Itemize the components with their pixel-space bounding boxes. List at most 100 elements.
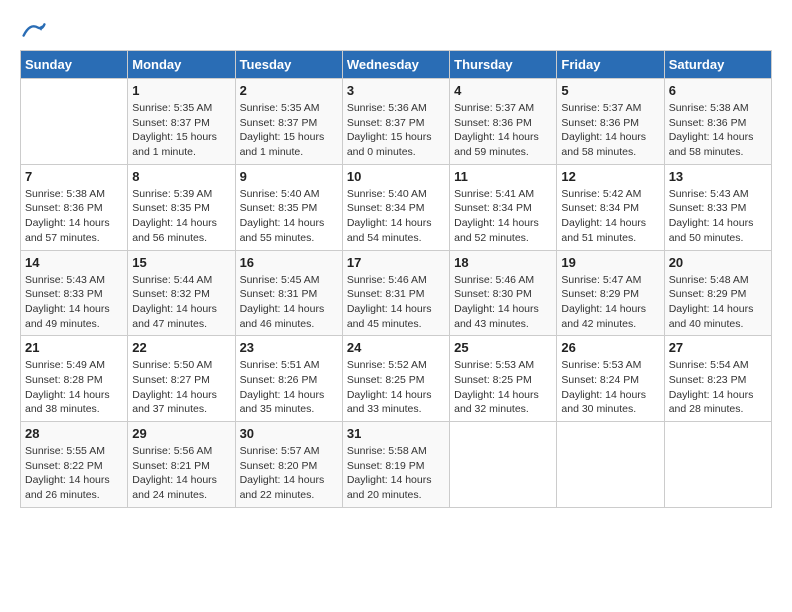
day-number: 14 — [25, 255, 123, 270]
column-header-saturday: Saturday — [664, 51, 771, 79]
calendar-cell: 23Sunrise: 5:51 AM Sunset: 8:26 PM Dayli… — [235, 336, 342, 422]
calendar-cell: 24 Sunrise: 5:52 AM Sunset: 8:25 PM Dayli… — [342, 336, 449, 422]
calendar-cell: 15 Sunrise: 5:44 AM Sunset: 8:32 PM Dayli… — [128, 250, 235, 336]
day-number: 15 — [132, 255, 230, 270]
day-number: 6 — [669, 83, 767, 98]
calendar-week-row: 1 Sunrise: 5:35 AM Sunset: 8:37 PM Daylig… — [21, 79, 772, 165]
day-number: 13 — [669, 169, 767, 184]
day-number: 16 — [240, 255, 338, 270]
day-number: 20 — [669, 255, 767, 270]
day-number: 12 — [561, 169, 659, 184]
column-header-tuesday: Tuesday — [235, 51, 342, 79]
day-number: 29 — [132, 426, 230, 441]
calendar-cell: 22Sunrise: 5:50 AM Sunset: 8:27 PM Dayli… — [128, 336, 235, 422]
day-number: 26 — [561, 340, 659, 355]
day-info: Sunrise: 5:50 AM Sunset: 8:27 PM Dayligh… — [132, 358, 230, 417]
day-info: Sunrise: 5:56 AM Sunset: 8:21 PM Dayligh… — [132, 444, 230, 503]
calendar-header-row: SundayMondayTuesdayWednesdayThursdayFrid… — [21, 51, 772, 79]
calendar-cell: 20 Sunrise: 5:48 AM Sunset: 8:29 PM Dayli… — [664, 250, 771, 336]
calendar-week-row: 14 Sunrise: 5:43 AM Sunset: 8:33 PM Dayli… — [21, 250, 772, 336]
day-info: Sunrise: 5:45 AM Sunset: 8:31 PM Dayligh… — [240, 273, 338, 332]
day-info: Sunrise: 5:41 AM Sunset: 8:34 PM Dayligh… — [454, 187, 552, 246]
calendar-cell: 10Sunrise: 5:40 AM Sunset: 8:34 PM Dayli… — [342, 164, 449, 250]
day-number: 25 — [454, 340, 552, 355]
calendar-cell: 5 Sunrise: 5:37 AM Sunset: 8:36 PM Daylig… — [557, 79, 664, 165]
day-info: Sunrise: 5:37 AM Sunset: 8:36 PM Dayligh… — [454, 101, 552, 160]
day-number: 24 — [347, 340, 445, 355]
day-number: 21 — [25, 340, 123, 355]
day-number: 17 — [347, 255, 445, 270]
calendar-cell — [664, 422, 771, 508]
day-info: Sunrise: 5:54 AM Sunset: 8:23 PM Dayligh… — [669, 358, 767, 417]
day-info: Sunrise: 5:36 AM Sunset: 8:37 PM Dayligh… — [347, 101, 445, 160]
calendar-cell: 2 Sunrise: 5:35 AM Sunset: 8:37 PM Daylig… — [235, 79, 342, 165]
day-info: Sunrise: 5:53 AM Sunset: 8:24 PM Dayligh… — [561, 358, 659, 417]
day-info: Sunrise: 5:55 AM Sunset: 8:22 PM Dayligh… — [25, 444, 123, 503]
calendar-cell: 30 Sunrise: 5:57 AM Sunset: 8:20 PM Dayli… — [235, 422, 342, 508]
calendar-cell: 1 Sunrise: 5:35 AM Sunset: 8:37 PM Daylig… — [128, 79, 235, 165]
day-number: 11 — [454, 169, 552, 184]
day-number: 1 — [132, 83, 230, 98]
calendar-cell: 25 Sunrise: 5:53 AM Sunset: 8:25 PM Dayli… — [450, 336, 557, 422]
day-info: Sunrise: 5:38 AM Sunset: 8:36 PM Dayligh… — [669, 101, 767, 160]
calendar-cell: 19 Sunrise: 5:47 AM Sunset: 8:29 PM Dayli… — [557, 250, 664, 336]
day-info: Sunrise: 5:43 AM Sunset: 8:33 PM Dayligh… — [669, 187, 767, 246]
day-info: Sunrise: 5:48 AM Sunset: 8:29 PM Dayligh… — [669, 273, 767, 332]
day-info: Sunrise: 5:58 AM Sunset: 8:19 PM Dayligh… — [347, 444, 445, 503]
calendar-cell: 29 Sunrise: 5:56 AM Sunset: 8:21 PM Dayli… — [128, 422, 235, 508]
calendar-cell: 31Sunrise: 5:58 AM Sunset: 8:19 PM Dayli… — [342, 422, 449, 508]
day-info: Sunrise: 5:35 AM Sunset: 8:37 PM Dayligh… — [132, 101, 230, 160]
day-info: Sunrise: 5:40 AM Sunset: 8:35 PM Dayligh… — [240, 187, 338, 246]
day-number: 2 — [240, 83, 338, 98]
day-info: Sunrise: 5:52 AM Sunset: 8:25 PM Dayligh… — [347, 358, 445, 417]
calendar-cell: 11 Sunrise: 5:41 AM Sunset: 8:34 PM Dayli… — [450, 164, 557, 250]
calendar-cell: 3 Sunrise: 5:36 AM Sunset: 8:37 PM Daylig… — [342, 79, 449, 165]
day-info: Sunrise: 5:47 AM Sunset: 8:29 PM Dayligh… — [561, 273, 659, 332]
day-number: 30 — [240, 426, 338, 441]
calendar-cell: 6 Sunrise: 5:38 AM Sunset: 8:36 PM Daylig… — [664, 79, 771, 165]
calendar-cell: 28Sunrise: 5:55 AM Sunset: 8:22 PM Dayli… — [21, 422, 128, 508]
day-info: Sunrise: 5:46 AM Sunset: 8:31 PM Dayligh… — [347, 273, 445, 332]
calendar-cell: 17 Sunrise: 5:46 AM Sunset: 8:31 PM Dayli… — [342, 250, 449, 336]
day-info: Sunrise: 5:42 AM Sunset: 8:34 PM Dayligh… — [561, 187, 659, 246]
column-header-sunday: Sunday — [21, 51, 128, 79]
calendar-cell: 26 Sunrise: 5:53 AM Sunset: 8:24 PM Dayli… — [557, 336, 664, 422]
day-info: Sunrise: 5:35 AM Sunset: 8:37 PM Dayligh… — [240, 101, 338, 160]
calendar-cell: 12 Sunrise: 5:42 AM Sunset: 8:34 PM Dayli… — [557, 164, 664, 250]
calendar-cell: 13 Sunrise: 5:43 AM Sunset: 8:33 PM Dayli… — [664, 164, 771, 250]
day-number: 3 — [347, 83, 445, 98]
day-number: 7 — [25, 169, 123, 184]
logo — [20, 20, 46, 40]
column-header-friday: Friday — [557, 51, 664, 79]
calendar-table: SundayMondayTuesdayWednesdayThursdayFrid… — [20, 50, 772, 508]
day-number: 10 — [347, 169, 445, 184]
logo-bird-icon — [22, 20, 46, 40]
calendar-cell: 4Sunrise: 5:37 AM Sunset: 8:36 PM Daylig… — [450, 79, 557, 165]
day-number: 8 — [132, 169, 230, 184]
day-info: Sunrise: 5:49 AM Sunset: 8:28 PM Dayligh… — [25, 358, 123, 417]
day-info: Sunrise: 5:37 AM Sunset: 8:36 PM Dayligh… — [561, 101, 659, 160]
calendar-cell: 16 Sunrise: 5:45 AM Sunset: 8:31 PM Dayli… — [235, 250, 342, 336]
day-info: Sunrise: 5:43 AM Sunset: 8:33 PM Dayligh… — [25, 273, 123, 332]
day-number: 19 — [561, 255, 659, 270]
calendar-cell — [557, 422, 664, 508]
calendar-week-row: 7 Sunrise: 5:38 AM Sunset: 8:36 PM Daylig… — [21, 164, 772, 250]
day-info: Sunrise: 5:57 AM Sunset: 8:20 PM Dayligh… — [240, 444, 338, 503]
day-info: Sunrise: 5:44 AM Sunset: 8:32 PM Dayligh… — [132, 273, 230, 332]
calendar-cell: 7 Sunrise: 5:38 AM Sunset: 8:36 PM Daylig… — [21, 164, 128, 250]
calendar-cell: 14 Sunrise: 5:43 AM Sunset: 8:33 PM Dayli… — [21, 250, 128, 336]
day-info: Sunrise: 5:51 AM Sunset: 8:26 PM Dayligh… — [240, 358, 338, 417]
day-info: Sunrise: 5:46 AM Sunset: 8:30 PM Dayligh… — [454, 273, 552, 332]
calendar-cell — [21, 79, 128, 165]
day-number: 5 — [561, 83, 659, 98]
calendar-cell — [450, 422, 557, 508]
day-info: Sunrise: 5:38 AM Sunset: 8:36 PM Dayligh… — [25, 187, 123, 246]
calendar-cell: 21 Sunrise: 5:49 AM Sunset: 8:28 PM Dayli… — [21, 336, 128, 422]
column-header-monday: Monday — [128, 51, 235, 79]
day-number: 18 — [454, 255, 552, 270]
day-info: Sunrise: 5:53 AM Sunset: 8:25 PM Dayligh… — [454, 358, 552, 417]
calendar-cell: 27 Sunrise: 5:54 AM Sunset: 8:23 PM Dayli… — [664, 336, 771, 422]
calendar-cell: 9Sunrise: 5:40 AM Sunset: 8:35 PM Daylig… — [235, 164, 342, 250]
day-number: 27 — [669, 340, 767, 355]
calendar-week-row: 28Sunrise: 5:55 AM Sunset: 8:22 PM Dayli… — [21, 422, 772, 508]
